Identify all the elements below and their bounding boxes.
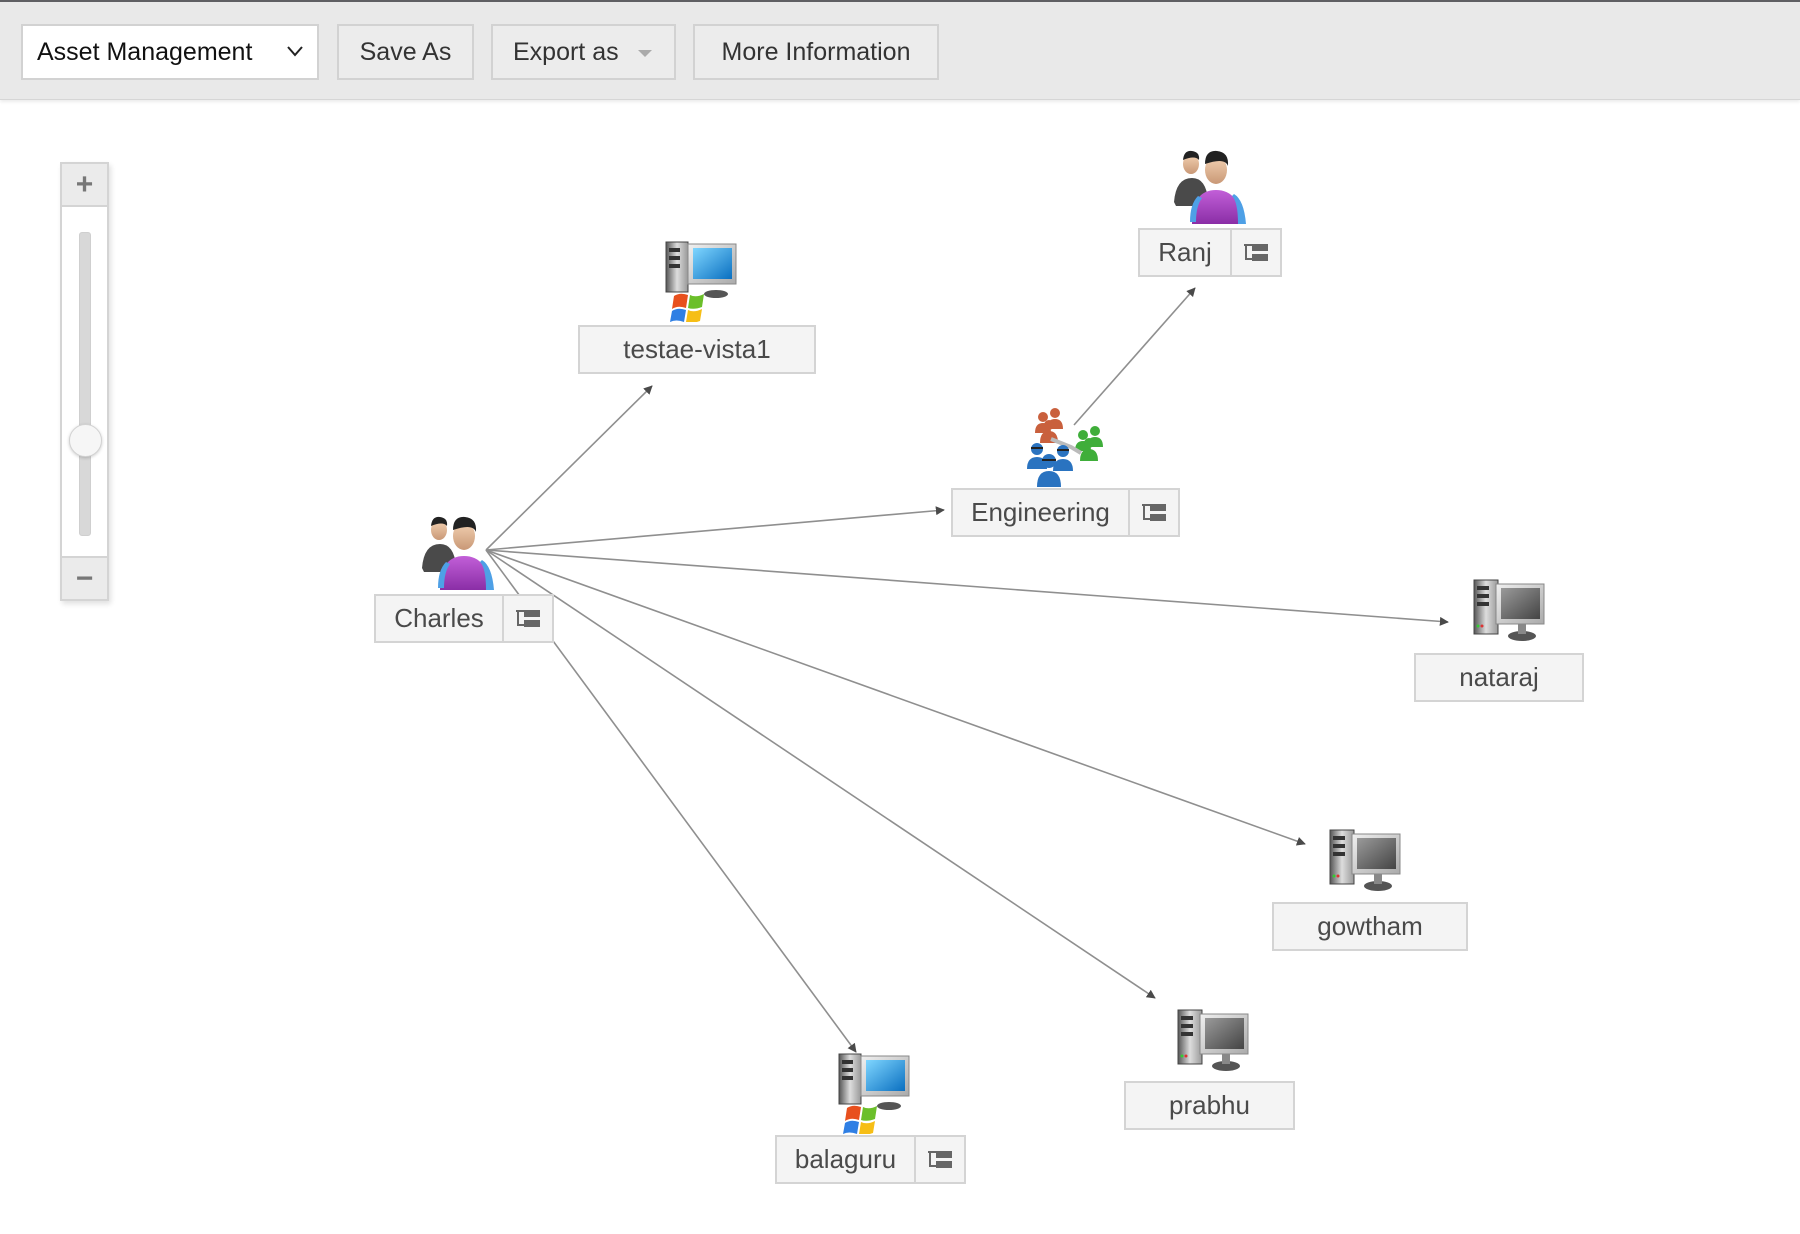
windows-computer-icon[interactable] — [831, 1050, 915, 1135]
windows-computer-icon[interactable] — [658, 238, 742, 323]
node-name: balaguru — [794, 1144, 897, 1174]
edge-charles-to-prabhu — [485, 549, 1156, 999]
node-name: testae-vista1 — [623, 334, 771, 364]
hierarchy-tree-icon[interactable] — [502, 596, 552, 641]
node-label-engineering[interactable]: Engineering — [951, 488, 1180, 537]
node-label-charles[interactable]: Charles — [374, 594, 554, 643]
department-group-icon[interactable] — [1021, 403, 1105, 487]
edge-charles-to-gowtham — [485, 549, 1306, 846]
computer-icon[interactable] — [1322, 822, 1406, 906]
node-name: Charles — [394, 603, 484, 633]
node-label-gowtham[interactable]: gowtham — [1272, 902, 1468, 951]
hierarchy-tree-icon[interactable] — [1230, 230, 1280, 275]
hierarchy-tree-icon[interactable] — [1128, 490, 1178, 535]
node-label-testae[interactable]: testae-vista1 — [578, 325, 816, 374]
edge-charles-to-testae — [485, 385, 653, 551]
edge-charles-to-engineering — [485, 506, 945, 551]
node-label-ranj[interactable]: Ranj — [1138, 228, 1282, 277]
node-name: nataraj — [1459, 662, 1539, 692]
computer-icon[interactable] — [1466, 572, 1550, 656]
hierarchy-tree-icon[interactable] — [914, 1137, 964, 1182]
node-label-prabhu[interactable]: prabhu — [1124, 1081, 1295, 1130]
edge-charles-to-nataraj — [485, 549, 1449, 626]
computer-icon[interactable] — [1170, 1002, 1254, 1086]
node-name: gowtham — [1317, 911, 1423, 941]
node-name: prabhu — [1169, 1090, 1250, 1120]
node-label-balaguru[interactable]: balaguru — [775, 1135, 966, 1184]
node-label-nataraj[interactable]: nataraj — [1414, 653, 1584, 702]
user-icon[interactable] — [418, 508, 502, 592]
node-name: Engineering — [971, 497, 1110, 527]
node-name: Ranj — [1158, 237, 1212, 267]
user-icon[interactable] — [1170, 142, 1254, 226]
